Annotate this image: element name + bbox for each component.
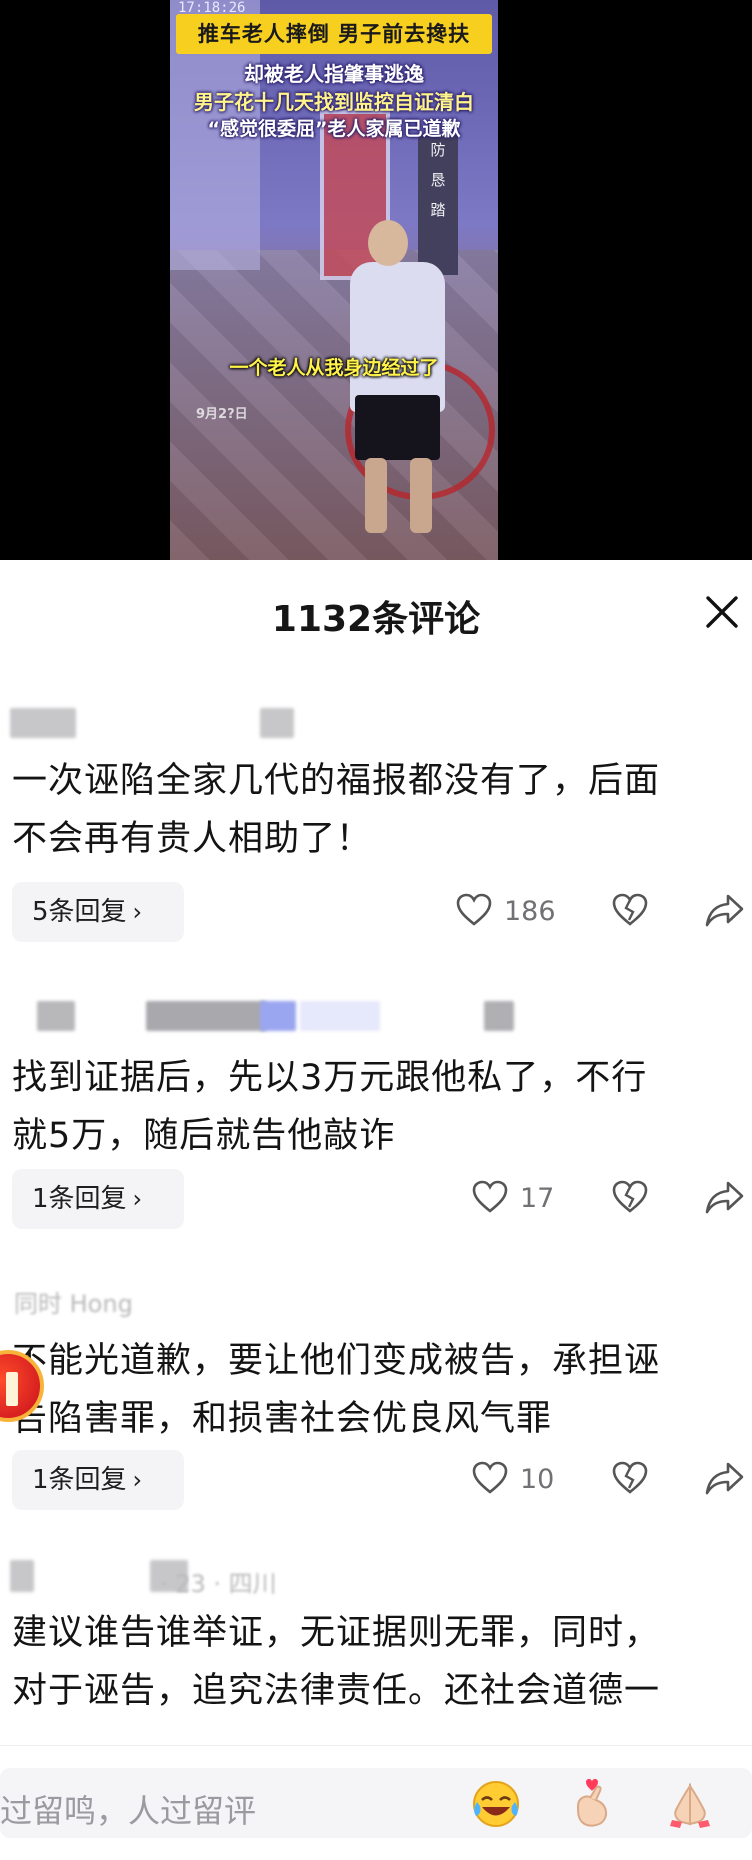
comment-line: 一次诬陷全家几代的福报都没有了，后面 — [12, 761, 661, 801]
like-group: 17 — [468, 1169, 608, 1229]
share-icon[interactable] — [704, 1177, 748, 1221]
comments-header: 1132条评论 — [0, 560, 752, 660]
comment-line: 找到证据后，先以3万元跟他私了，不行 — [12, 1058, 648, 1098]
video-headline: 推车老人摔倒 男子前去搀扶 — [176, 14, 492, 54]
video-subline: “感觉很委屈”老人家属已道歉 — [207, 118, 461, 140]
video-sign: 防 恳 踏 — [418, 135, 458, 275]
comment-line: 告陷害罪，和损害社会优良风气罪 — [12, 1399, 553, 1439]
like-group: 10 — [468, 1450, 608, 1510]
video-subline: 男子花十几天找到监控自证清白 — [194, 90, 474, 114]
comment-item: 同时 Hong 不能光道歉，要让他们变成被告，承担诬 告陷害罪，和损害社会优良风… — [0, 1280, 752, 1520]
close-icon[interactable] — [700, 590, 744, 634]
comments-title: 1132条评论 — [271, 599, 481, 640]
comment-input-placeholder: 过留鸣，人过留评 — [0, 1792, 257, 1830]
comment-text: 不能光道歉，要让他们变成被告，承担诬 告陷害罪，和损害社会优良风气罪 — [12, 1332, 752, 1448]
video-person-leg — [365, 458, 387, 533]
video-date: 9月2?日 — [196, 407, 248, 422]
comment-line: 不能光道歉，要让他们变成被告，承担诬 — [12, 1341, 661, 1381]
share-icon[interactable] — [704, 1458, 748, 1502]
laughing-crying-emoji-icon[interactable] — [468, 1776, 524, 1832]
dislike-icon[interactable] — [610, 1458, 654, 1502]
view-replies-button[interactable]: 1条回复 › — [12, 1450, 184, 1510]
chevron-right-icon: › — [132, 898, 143, 926]
comment-text: 找到证据后，先以3万元跟他私了，不行 就5万，随后就告他敲诈 — [12, 1049, 752, 1165]
comment-text: 一次诬陷全家几代的福报都没有了，后面 不会再有贵人相助了！ — [12, 752, 752, 868]
video-caption: 一个老人从我身边经过了 — [229, 357, 439, 379]
author-meta-partial: · 23 · 四川 — [160, 1570, 277, 1598]
like-count: 17 — [520, 1183, 555, 1214]
video-subline: 却被老人指肇事逃逸 — [244, 62, 424, 86]
comment-text: 建议谁告谁举证，无证据则无罪，同时， 对于诬告，追究法律责任。还社会道德一 — [12, 1604, 752, 1720]
replies-label: 1条回复 — [32, 1184, 127, 1214]
comment-input-bar: 过留鸣，人过留评 — [0, 1745, 752, 1860]
heart-icon[interactable] — [470, 1177, 514, 1221]
comment-author-blurred — [10, 700, 490, 740]
video-person-shorts — [355, 395, 440, 460]
sign-char: 踏 — [430, 201, 446, 219]
view-replies-button[interactable]: 1条回复 › — [12, 1169, 184, 1229]
comment-item: 找到证据后，先以3万元跟他私了，不行 就5万，随后就告他敲诈 1条回复 › 17 — [0, 997, 752, 1237]
video-person-body — [350, 262, 445, 412]
comment-line: 不会再有贵人相助了！ — [12, 819, 373, 859]
comment-input[interactable]: 过留鸣，人过留评 — [0, 1768, 752, 1838]
video-player[interactable]: 防 恳 踏 17:18:26 推车老人摔倒 男子前去搀扶 却被老人指肇事逃逸 男… — [0, 0, 752, 560]
sign-char: 恳 — [430, 171, 446, 189]
replies-label: 5条回复 — [32, 897, 127, 927]
video-frame: 防 恳 踏 17:18:26 推车老人摔倒 男子前去搀扶 却被老人指肇事逃逸 男… — [170, 0, 498, 560]
video-person-head — [368, 220, 408, 266]
praying-hands-emoji-icon[interactable] — [662, 1776, 718, 1832]
comment-line: 对于诬告，追究法律责任。还社会道德一 — [12, 1671, 661, 1711]
comment-item: · 23 · 四川 建议谁告谁举证，无证据则无罪，同时， 对于诬告，追究法律责任… — [0, 1558, 752, 1748]
like-group: 186 — [452, 882, 592, 942]
chevron-right-icon: › — [132, 1185, 143, 1213]
heart-icon[interactable] — [470, 1458, 514, 1502]
comment-author-blurred: 同时 Hong — [10, 1280, 490, 1320]
dislike-icon[interactable] — [610, 1177, 654, 1221]
heart-icon[interactable] — [454, 890, 498, 934]
chevron-right-icon: › — [132, 1466, 143, 1494]
author-name-partial: 同时 Hong — [14, 1290, 133, 1318]
dislike-icon[interactable] — [610, 890, 654, 934]
heart-hands-emoji-icon[interactable] — [566, 1776, 622, 1832]
comment-line: 就5万，随后就告他敲诈 — [12, 1116, 396, 1156]
view-replies-button[interactable]: 5条回复 › — [12, 882, 184, 942]
share-icon[interactable] — [704, 890, 748, 934]
comment-line: 建议谁告谁举证，无证据则无罪，同时， — [12, 1613, 661, 1653]
like-count: 186 — [504, 896, 556, 927]
like-count: 10 — [520, 1464, 555, 1495]
replies-label: 1条回复 — [32, 1465, 127, 1495]
comment-author-blurred — [10, 997, 514, 1037]
video-person-leg — [410, 458, 432, 533]
comment-item: 一次诬陷全家几代的福报都没有了，后面 不会再有贵人相助了！ 5条回复 › 186 — [0, 700, 752, 950]
comment-author-blurred: · 23 · 四川 — [10, 1558, 490, 1598]
